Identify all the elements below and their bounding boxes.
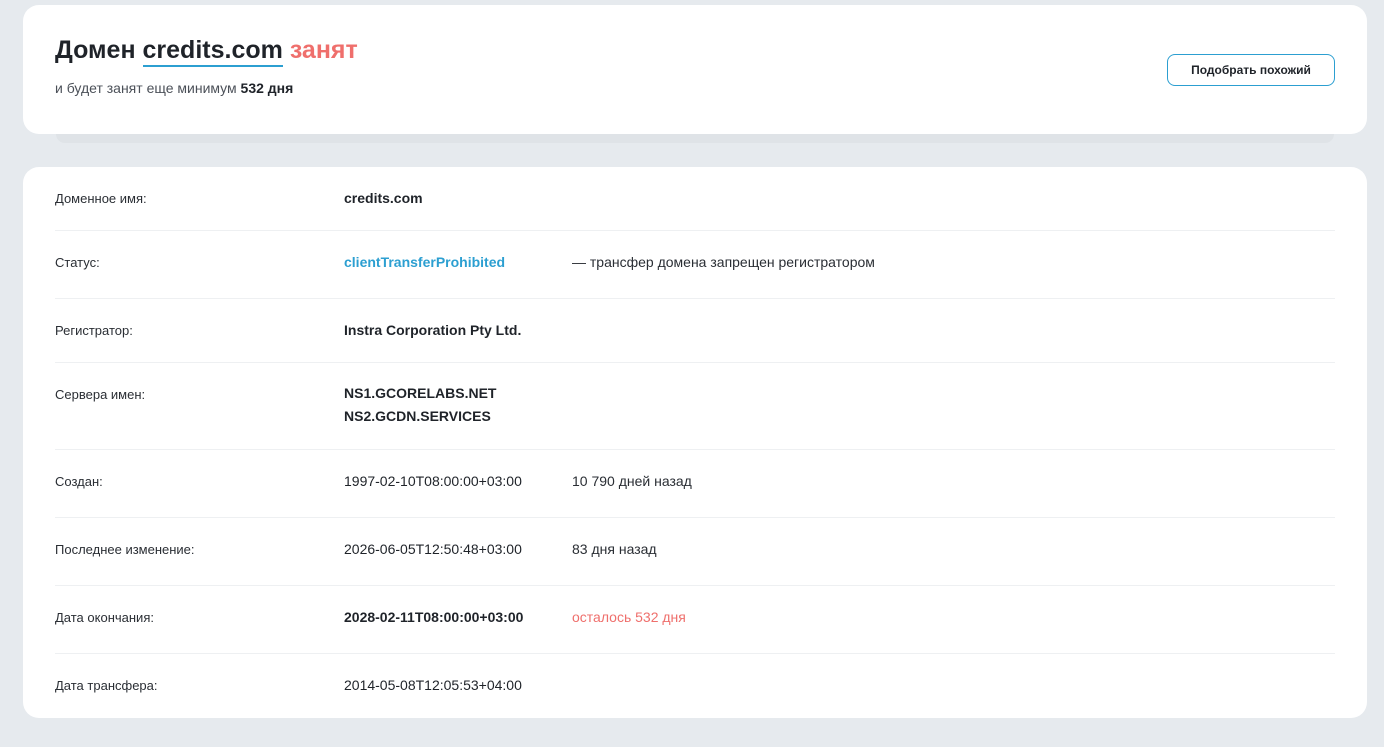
- row-status: Статус: clientTransferProhibited — транс…: [55, 231, 1335, 299]
- value-updated: 2026-06-05T12:50:48+03:00: [344, 541, 522, 557]
- title-prefix: Домен: [55, 36, 136, 64]
- occupied-duration: и будет занят еще минимум 532 дня: [55, 80, 293, 96]
- row-created: Создан: 1997-02-10T08:00:00+03:00 10 790…: [55, 450, 1335, 518]
- label-status: Статус:: [55, 255, 100, 270]
- find-similar-button[interactable]: Подобрать похожий: [1167, 54, 1335, 86]
- label-domain: Доменное имя:: [55, 191, 147, 206]
- status-description: — трансфер домена запрещен регистратором: [572, 254, 875, 270]
- row-expires: Дата окончания: 2028-02-11T08:00:00+03:0…: [55, 586, 1335, 654]
- value-status-link[interactable]: clientTransferProhibited: [344, 254, 505, 270]
- row-transfer: Дата трансфера: 2014-05-08T12:05:53+04:0…: [55, 654, 1335, 718]
- label-created: Создан:: [55, 474, 103, 489]
- value-created: 1997-02-10T08:00:00+03:00: [344, 473, 522, 489]
- created-ago: 10 790 дней назад: [572, 473, 692, 489]
- occupied-text: и будет занят еще минимум: [55, 80, 237, 96]
- row-registrar: Регистратор: Instra Corporation Pty Ltd.: [55, 299, 1335, 363]
- row-nameservers: Сервера имен: NS1.GCORELABS.NET NS2.GCDN…: [55, 363, 1335, 450]
- label-expires: Дата окончания:: [55, 610, 154, 625]
- occupied-days: 532 дня: [240, 80, 294, 96]
- page-title: Домен credits.com занят: [55, 36, 358, 67]
- domain-name-link[interactable]: credits.com: [142, 36, 283, 67]
- value-registrar: Instra Corporation Pty Ltd.: [344, 322, 522, 338]
- nameserver-1: NS1.GCORELABS.NET: [344, 385, 497, 401]
- label-nameservers: Сервера имен:: [55, 387, 146, 402]
- updated-ago: 83 дня назад: [572, 541, 657, 557]
- label-updated: Последнее изменение:: [55, 542, 195, 557]
- value-expires: 2028-02-11T08:00:00+03:00: [344, 609, 524, 625]
- row-updated: Последнее изменение: 2026-06-05T12:50:48…: [55, 518, 1335, 586]
- nameserver-2: NS2.GCDN.SERVICES: [344, 408, 491, 424]
- status-word: занят: [289, 36, 358, 64]
- expires-remaining: осталось 532 дня: [572, 609, 686, 625]
- domain-status-card: Домен credits.com занят и будет занят ещ…: [23, 5, 1367, 134]
- whois-info-card: Доменное имя: credits.com Статус: client…: [23, 167, 1367, 718]
- row-domain: Доменное имя: credits.com: [55, 167, 1335, 231]
- card-shadow-divider: [56, 134, 1334, 143]
- value-domain: credits.com: [344, 190, 423, 206]
- label-registrar: Регистратор:: [55, 323, 133, 338]
- value-transfer: 2014-05-08T12:05:53+04:00: [344, 677, 522, 693]
- value-nameservers: NS1.GCORELABS.NET NS2.GCDN.SERVICES: [344, 382, 496, 428]
- label-transfer: Дата трансфера:: [55, 678, 158, 693]
